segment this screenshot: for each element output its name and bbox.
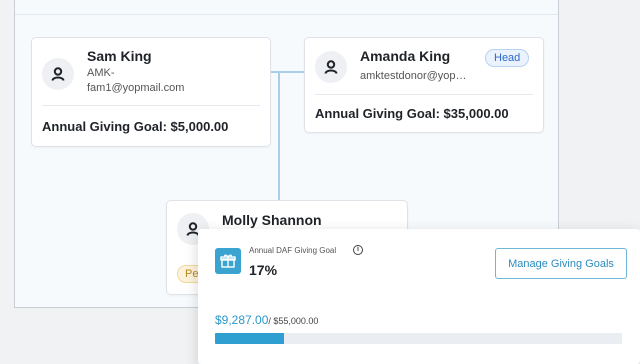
annual-giving-goal: Annual Giving Goal: $35,000.00	[315, 106, 509, 121]
avatar	[315, 51, 347, 83]
person-icon	[51, 67, 65, 81]
tree-connector-horizontal	[271, 71, 306, 73]
member-email-line2: fam1@yopmail.com	[87, 82, 185, 94]
daf-giving-goal-card: Annual DAF Giving Goal i 17% Manage Givi…	[198, 229, 640, 364]
member-email: amktestdonor@yop…	[360, 70, 467, 82]
info-icon[interactable]: i	[353, 245, 363, 255]
member-name: Molly Shannon	[222, 212, 322, 228]
member-name: Amanda King	[360, 48, 451, 64]
card-divider	[315, 94, 533, 95]
card-divider	[42, 105, 260, 106]
daf-progress-fill	[215, 333, 284, 344]
member-email: AMK- fam1@yopmail.com	[87, 66, 184, 96]
tree-connector-vertical	[278, 73, 280, 201]
person-icon	[324, 60, 338, 74]
annual-giving-goal: Annual Giving Goal: $5,000.00	[42, 119, 229, 134]
member-email-line1: AMK-	[87, 67, 115, 79]
member-name: Sam King	[87, 48, 152, 64]
daf-amount-current: $9,287.00	[215, 313, 269, 327]
panel-top-divider	[15, 14, 558, 15]
head-badge: Head	[485, 49, 530, 67]
daf-goal-label: Annual DAF Giving Goal	[249, 246, 337, 255]
gift-icon	[215, 248, 241, 274]
daf-progress-bar	[215, 333, 622, 344]
avatar	[42, 58, 74, 90]
manage-giving-goals-button[interactable]: Manage Giving Goals	[495, 248, 627, 279]
daf-amount-row: $9,287.00/ $55,000.00	[215, 311, 318, 329]
daf-amount-total: / $55,000.00	[268, 316, 319, 326]
member-card-amanda-king[interactable]: Amanda King Head amktestdonor@yop… Annua…	[304, 37, 544, 133]
member-card-sam-king[interactable]: Sam King AMK- fam1@yopmail.com Annual Gi…	[31, 37, 271, 147]
daf-goal-percent: 17%	[249, 262, 278, 278]
